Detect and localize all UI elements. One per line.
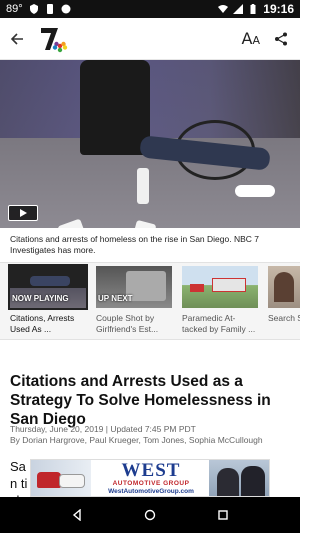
status-bar: 89° 19:16 bbox=[0, 0, 300, 18]
article-date: Thursday, June 20, 2019 | Updated 7:45 P… bbox=[10, 424, 196, 434]
playlist-item[interactable]: UP NEXT Couple Shot by Girlfriend's Est.… bbox=[96, 263, 176, 339]
article-meta: Thursday, June 20, 2019 | Updated 7:45 P… bbox=[10, 424, 295, 446]
ad-car bbox=[59, 474, 85, 488]
video-player[interactable] bbox=[0, 60, 300, 228]
status-time: 19:16 bbox=[263, 2, 294, 16]
ad-person bbox=[217, 468, 239, 496]
ad-brand: WEST bbox=[121, 460, 181, 481]
video-frame-bottle bbox=[137, 168, 149, 204]
article-byline: By Dorian Hargrove, Paul Krueger, Tom Jo… bbox=[10, 435, 263, 445]
circle-icon bbox=[61, 4, 71, 14]
back-button[interactable] bbox=[0, 18, 34, 60]
ad-url: WestAutomotiveGroup.com bbox=[108, 488, 194, 495]
playlist-item-title: Search S Man Acc bbox=[268, 313, 300, 323]
ad-people-image bbox=[209, 460, 269, 496]
playlist-item[interactable]: Search S Man Acc bbox=[268, 263, 300, 339]
temperature-text: 89° bbox=[6, 3, 23, 15]
ad-banner[interactable]: WEST AUTOMOTIVE GROUP WestAutomotiveGrou… bbox=[30, 459, 270, 497]
video-frame-person bbox=[80, 60, 150, 155]
system-nav-bar bbox=[0, 497, 300, 533]
playlist-item-title: Couple Shot by Girlfriend's Est... bbox=[96, 313, 159, 334]
playlist-item[interactable]: NOW PLAYING Citations, Arrests Used As .… bbox=[8, 263, 90, 339]
battery-icon bbox=[250, 4, 256, 14]
play-button[interactable] bbox=[8, 205, 38, 221]
wifi-icon bbox=[218, 5, 229, 13]
text-size-small: A bbox=[252, 34, 260, 47]
video-frame-shoe bbox=[235, 185, 275, 197]
video-caption: Citations and arrests of homeless on the… bbox=[0, 228, 300, 258]
nav-home-icon[interactable] bbox=[144, 509, 156, 521]
article-headline: Citations and Arrests Used as a Strategy… bbox=[10, 373, 271, 428]
playlist-thumbnail bbox=[268, 266, 300, 308]
nav-back-icon[interactable] bbox=[71, 509, 83, 521]
text-size-button[interactable]: AA bbox=[242, 29, 260, 48]
text-size-large: A bbox=[241, 29, 253, 48]
now-playing-badge: NOW PLAYING bbox=[12, 294, 69, 303]
playlist-item[interactable]: Paramedic At-tacked by Family ... bbox=[182, 263, 262, 339]
peacock-logo-icon bbox=[41, 27, 68, 52]
ad-car bbox=[37, 472, 61, 488]
play-icon bbox=[20, 209, 27, 217]
ad-subtitle: AUTOMOTIVE GROUP bbox=[112, 480, 190, 487]
video-playlist: NOW PLAYING Citations, Arrests Used As .… bbox=[0, 262, 300, 340]
nav-recents-icon[interactable] bbox=[217, 509, 229, 521]
playlist-item-title: Paramedic At-tacked by Family ... bbox=[182, 313, 256, 334]
ad-person bbox=[241, 466, 265, 496]
share-icon[interactable] bbox=[274, 32, 288, 46]
sim-icon bbox=[46, 4, 53, 14]
playlist-thumbnail bbox=[182, 266, 258, 308]
arrow-back-icon bbox=[10, 32, 23, 45]
video-frame-wall bbox=[0, 60, 300, 140]
playlist-item-title: Citations, Arrests Used As ... bbox=[10, 313, 75, 334]
app-bar: AA bbox=[0, 18, 300, 60]
nbc7-logo bbox=[38, 24, 68, 54]
ad-cars-image bbox=[31, 460, 91, 496]
up-next-badge: UP NEXT bbox=[98, 294, 133, 303]
shield-icon bbox=[29, 4, 38, 14]
signal-icon bbox=[233, 4, 244, 14]
